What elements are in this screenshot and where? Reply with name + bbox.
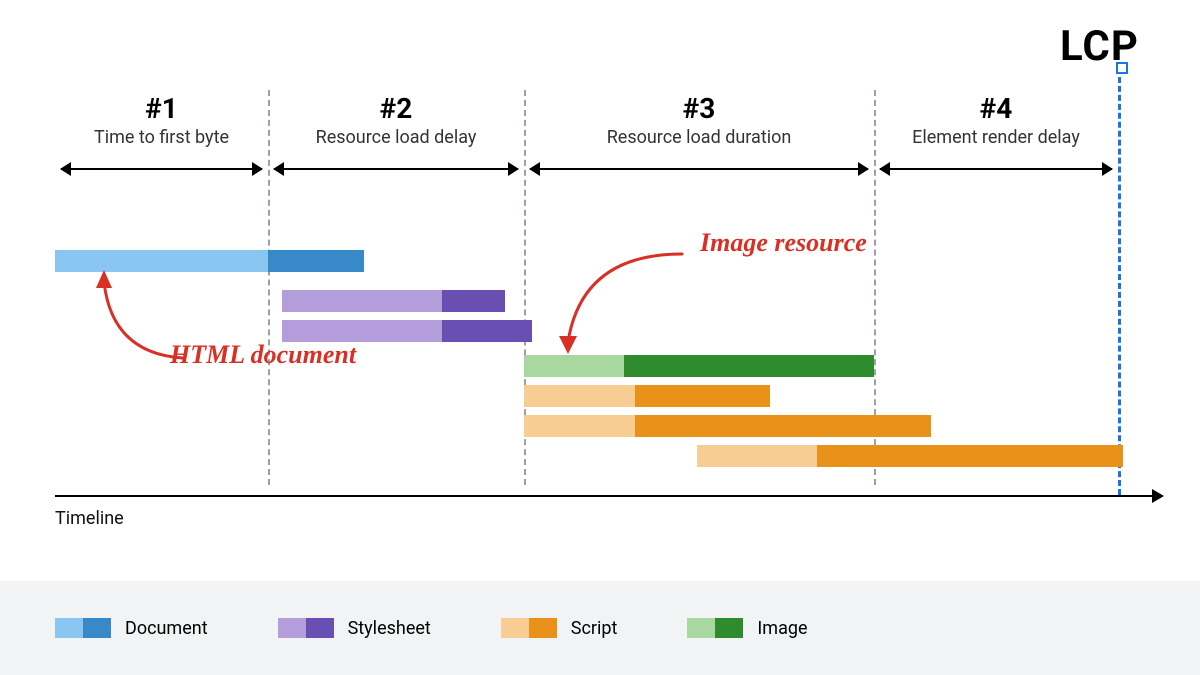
legend-item: Document [55, 618, 208, 639]
bar-stylesheet-wait [282, 320, 442, 342]
phase-number: #2 [268, 92, 524, 125]
annotation-html-document: HTML document [170, 340, 356, 370]
annotation-arrow-image [552, 246, 712, 366]
bar-script-wait [697, 445, 817, 467]
phase-label: Time to first byte [55, 127, 268, 148]
bar-script-download [635, 415, 931, 437]
phase-header: #4Element render delay [874, 92, 1118, 148]
phase-label: Element render delay [874, 127, 1118, 148]
bar-stylesheet-wait [282, 290, 442, 312]
lcp-marker-line [1118, 68, 1121, 495]
phase-header: #3Resource load duration [524, 92, 874, 148]
phase-label: Resource load delay [268, 127, 524, 148]
legend-label: Script [571, 618, 618, 639]
phase-number: #4 [874, 92, 1118, 125]
bar-script-wait [524, 385, 635, 407]
bar-stylesheet-download [442, 320, 532, 342]
legend-item: Stylesheet [278, 618, 431, 639]
bar-stylesheet-download [442, 290, 505, 312]
phase-span-arrow [274, 168, 518, 170]
timeline-axis-label: Timeline [55, 508, 124, 529]
phase-span-arrow [61, 168, 262, 170]
legend-swatch [55, 618, 111, 638]
phase-span-arrow [880, 168, 1112, 170]
phase-header: #2Resource load delay [268, 92, 524, 148]
legend-item: Image [687, 618, 807, 639]
legend-swatch [501, 618, 557, 638]
legend-swatch [687, 618, 743, 638]
bar-document-download [268, 250, 364, 272]
legend-label: Image [757, 618, 807, 639]
bar-script-download [817, 445, 1123, 467]
legend-swatch [278, 618, 334, 638]
bar-script-wait [524, 415, 635, 437]
legend-label: Document [125, 618, 208, 639]
phase-label: Resource load duration [524, 127, 874, 148]
legend-item: Script [501, 618, 618, 639]
legend-label: Stylesheet [348, 618, 431, 639]
phase-number: #1 [55, 92, 268, 125]
annotation-image-resource: Image resource [700, 228, 867, 258]
phase-span-arrow [530, 168, 868, 170]
phase-header: #1Time to first byte [55, 92, 268, 148]
bar-script-download [635, 385, 770, 407]
legend: Document Stylesheet Script Image [0, 581, 1200, 675]
phase-separator [268, 90, 270, 485]
lcp-breakdown-diagram: { "lcp_label": "LCP", "axis_label": "Tim… [0, 0, 1200, 675]
phase-number: #3 [524, 92, 874, 125]
timeline-axis [55, 495, 1162, 497]
